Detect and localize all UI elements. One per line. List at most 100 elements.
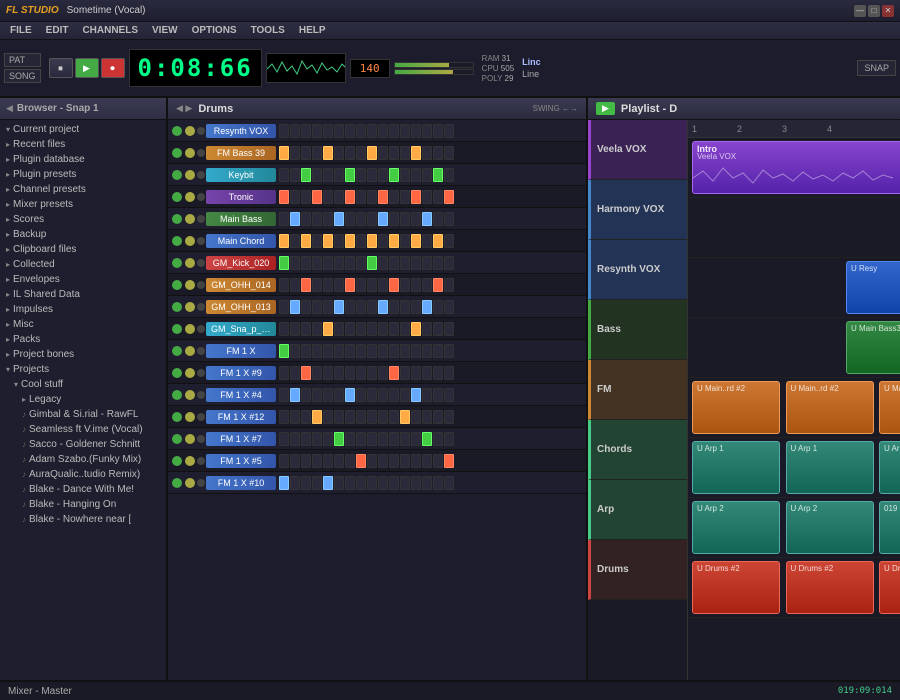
play-button[interactable]: ▶ xyxy=(75,58,99,78)
browser-item-blake-dance[interactable]: ♪Blake - Dance With Me! xyxy=(0,482,166,497)
channel-pads[interactable] xyxy=(279,168,584,182)
pad-7[interactable] xyxy=(356,388,366,402)
pad-9[interactable] xyxy=(378,388,388,402)
pad-8[interactable] xyxy=(367,476,377,490)
pad-7[interactable] xyxy=(356,366,366,380)
clip-0[interactable]: U Main Bass3 xyxy=(846,321,900,374)
channel-pads[interactable] xyxy=(279,212,584,226)
pad-5[interactable] xyxy=(334,366,344,380)
pad-4[interactable] xyxy=(323,300,333,314)
pad-12[interactable] xyxy=(411,300,421,314)
pad-11[interactable] xyxy=(400,190,410,204)
pad-7[interactable] xyxy=(356,168,366,182)
channel-pads[interactable] xyxy=(279,476,584,490)
pad-8[interactable] xyxy=(367,124,377,138)
pad-1[interactable] xyxy=(290,388,300,402)
pad-15[interactable] xyxy=(444,432,454,446)
clip-1[interactable]: U Arp 2 xyxy=(786,501,874,554)
channel-mute-led[interactable] xyxy=(185,346,195,356)
clip-0[interactable]: U Arp 2 xyxy=(692,501,780,554)
pad-4[interactable] xyxy=(323,454,333,468)
channel-name-button[interactable]: FM 1 X #5 xyxy=(206,454,276,468)
pad-2[interactable] xyxy=(301,146,311,160)
channel-pads[interactable] xyxy=(279,300,584,314)
pad-6[interactable] xyxy=(345,388,355,402)
browser-item-adam-szabo[interactable]: ♪Adam Szabo.(Funky Mix) xyxy=(0,452,166,467)
pad-13[interactable] xyxy=(422,344,432,358)
pad-6[interactable] xyxy=(345,146,355,160)
channel-row[interactable]: Keybit xyxy=(168,164,586,186)
pad-13[interactable] xyxy=(422,212,432,226)
pad-8[interactable] xyxy=(367,432,377,446)
pad-5[interactable] xyxy=(334,300,344,314)
pad-4[interactable] xyxy=(323,344,333,358)
pad-12[interactable] xyxy=(411,322,421,336)
pad-4[interactable] xyxy=(323,212,333,226)
pad-10[interactable] xyxy=(389,322,399,336)
pad-7[interactable] xyxy=(356,190,366,204)
pad-0[interactable] xyxy=(279,322,289,336)
channel-active-led[interactable] xyxy=(172,346,182,356)
pad-8[interactable] xyxy=(367,454,377,468)
pad-3[interactable] xyxy=(312,234,322,248)
channel-pads[interactable] xyxy=(279,146,584,160)
pad-2[interactable] xyxy=(301,234,311,248)
pad-7[interactable] xyxy=(356,432,366,446)
pad-14[interactable] xyxy=(433,388,443,402)
pad-14[interactable] xyxy=(433,410,443,424)
channel-row[interactable]: FM 1 X #12 xyxy=(168,406,586,428)
pad-8[interactable] xyxy=(367,256,377,270)
channel-active-led[interactable] xyxy=(172,390,182,400)
pad-8[interactable] xyxy=(367,278,377,292)
pad-8[interactable] xyxy=(367,212,377,226)
track-label-drums[interactable]: Drums xyxy=(588,540,687,600)
channel-solo-led[interactable] xyxy=(197,215,205,223)
channel-name-button[interactable]: GM_Sna_p_030 xyxy=(206,322,276,336)
clip-0[interactable]: U Arp 1 xyxy=(692,441,780,494)
channel-pads[interactable] xyxy=(279,454,584,468)
track-label-arp[interactable]: Arp xyxy=(588,480,687,540)
channel-active-led[interactable] xyxy=(172,258,182,268)
clip-1[interactable]: U Arp 1 xyxy=(786,441,874,494)
track-label-bass[interactable]: Bass xyxy=(588,300,687,360)
channel-row[interactable]: GM_OHH_014 xyxy=(168,274,586,296)
pad-15[interactable] xyxy=(444,476,454,490)
pad-8[interactable] xyxy=(367,234,377,248)
channel-active-led[interactable] xyxy=(172,170,182,180)
pad-7[interactable] xyxy=(356,146,366,160)
pad-10[interactable] xyxy=(389,234,399,248)
pad-0[interactable] xyxy=(279,278,289,292)
channel-solo-led[interactable] xyxy=(197,171,205,179)
pad-4[interactable] xyxy=(323,432,333,446)
pad-6[interactable] xyxy=(345,344,355,358)
pad-9[interactable] xyxy=(378,256,388,270)
channel-solo-led[interactable] xyxy=(197,347,205,355)
pad-0[interactable] xyxy=(279,344,289,358)
pad-15[interactable] xyxy=(444,366,454,380)
channel-solo-led[interactable] xyxy=(197,127,205,135)
pad-1[interactable] xyxy=(290,168,300,182)
channel-name-button[interactable]: FM 1 X #9 xyxy=(206,366,276,380)
maximize-button[interactable]: □ xyxy=(868,5,880,17)
pad-0[interactable] xyxy=(279,300,289,314)
channel-pads[interactable] xyxy=(279,234,584,248)
pad-12[interactable] xyxy=(411,190,421,204)
pad-9[interactable] xyxy=(378,344,388,358)
pad-12[interactable] xyxy=(411,234,421,248)
pad-8[interactable] xyxy=(367,300,377,314)
channel-name-button[interactable]: FM 1 X xyxy=(206,344,276,358)
pad-13[interactable] xyxy=(422,410,432,424)
pad-9[interactable] xyxy=(378,410,388,424)
pad-14[interactable] xyxy=(433,476,443,490)
clip-0[interactable]: U Drums #2 xyxy=(692,561,780,614)
pad-12[interactable] xyxy=(411,432,421,446)
pad-9[interactable] xyxy=(378,234,388,248)
pad-1[interactable] xyxy=(290,146,300,160)
channel-row[interactable]: FM 1 X #10 xyxy=(168,472,586,494)
channel-row[interactable]: GM_OHH_013 xyxy=(168,296,586,318)
minimize-button[interactable]: — xyxy=(854,5,866,17)
channel-solo-led[interactable] xyxy=(197,149,205,157)
clips-area[interactable]: IntroVeela VOXU ResyU Main Bass3U Main..… xyxy=(688,138,900,618)
pad-12[interactable] xyxy=(411,476,421,490)
pad-6[interactable] xyxy=(345,278,355,292)
